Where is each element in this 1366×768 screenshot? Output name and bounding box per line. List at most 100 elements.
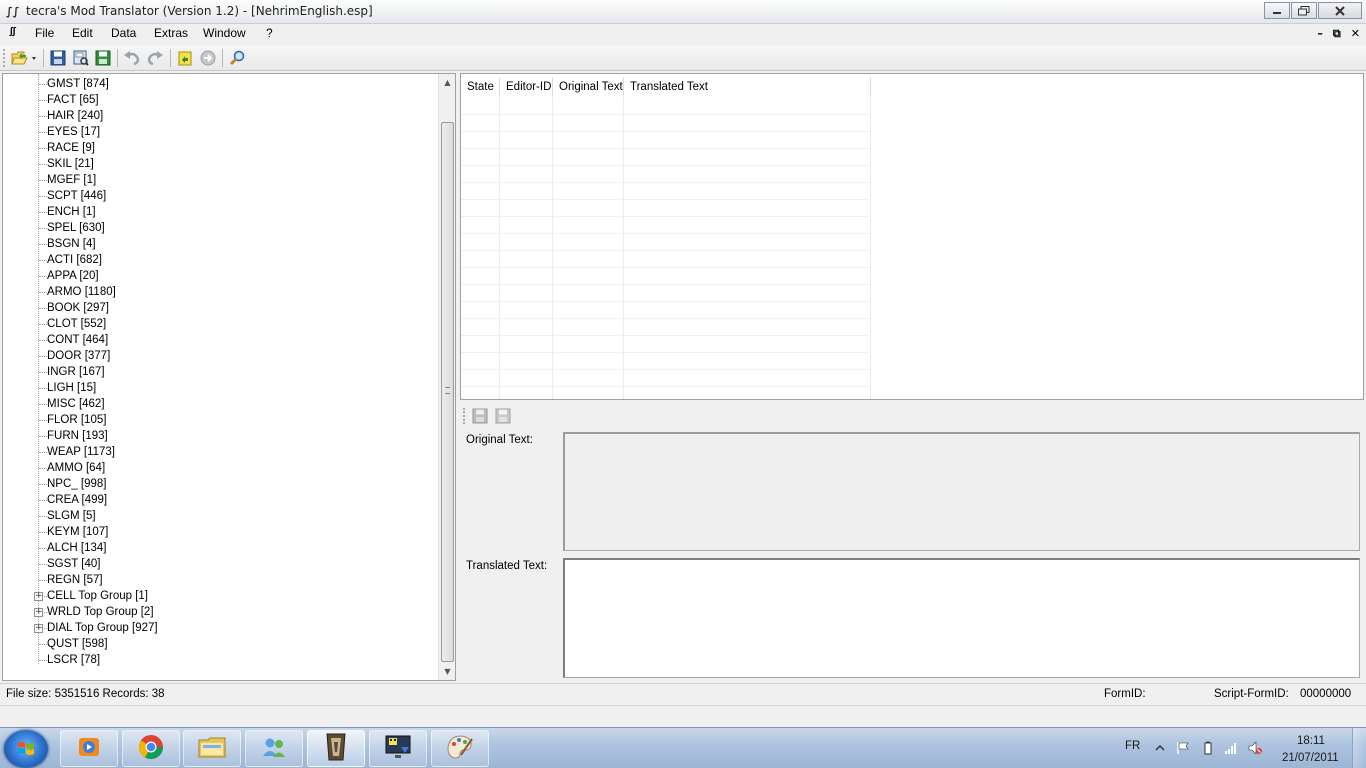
tree-item[interactable]: MISC [462] [47, 396, 105, 412]
start-button[interactable] [4, 730, 48, 768]
forward-button[interactable] [199, 49, 217, 67]
column-header-original-text[interactable]: Original Text [553, 77, 624, 97]
mdi-minimize-button[interactable]: – [1317, 27, 1323, 41]
taskbar-button-people[interactable] [245, 730, 303, 767]
open-button[interactable] [10, 49, 38, 67]
document-icon[interactable]: ∫∫ [10, 26, 15, 37]
menu-edit[interactable]: Edit [72, 26, 93, 40]
tree-item[interactable]: INGR [167] [47, 364, 105, 380]
save-all-button[interactable] [94, 49, 112, 67]
column-header-editor-id[interactable]: Editor-ID [500, 77, 553, 97]
scroll-down-arrow[interactable]: ▼ [439, 663, 455, 680]
tree-item[interactable]: FLOR [105] [47, 412, 106, 428]
tree-item[interactable]: ARMO [1180] [47, 284, 116, 300]
taskbar-button-oblivion[interactable] [307, 730, 365, 767]
scroll-thumb[interactable] [441, 122, 454, 662]
tree-item[interactable]: WRLD Top Group [2] [47, 604, 154, 620]
tree-item[interactable]: LIGH [15] [47, 380, 96, 396]
tree-item[interactable]: KEYM [107] [47, 524, 108, 540]
undo-button[interactable] [123, 49, 141, 67]
tree-item[interactable]: BOOK [297] [47, 300, 109, 316]
menu-data[interactable]: Data [111, 26, 136, 40]
restore-button[interactable] [1291, 2, 1317, 19]
taskbar-button-chrome[interactable] [122, 730, 180, 767]
tree-item[interactable]: REGN [57] [47, 572, 103, 588]
tree-item[interactable]: QUST [598] [47, 636, 108, 652]
taskbar-button-explorer[interactable] [183, 730, 241, 767]
column-header-state[interactable]: State [461, 77, 500, 97]
search-button[interactable] [228, 49, 246, 67]
detail-toolbar-grip[interactable] [463, 408, 465, 424]
battery-icon[interactable] [1201, 741, 1215, 755]
tree-item[interactable]: WEAP [1173] [47, 444, 115, 460]
tree-item[interactable]: CONT [464] [47, 332, 108, 348]
tree-item[interactable]: CELL Top Group [1] [47, 588, 148, 604]
close-button[interactable] [1318, 2, 1362, 19]
language-indicator[interactable]: FR [1125, 740, 1140, 752]
tree-item[interactable]: NPC_ [998] [47, 476, 106, 492]
tree-item[interactable]: ALCH [134] [47, 540, 106, 556]
tree-scrollbar[interactable]: ▲ ▼ [438, 74, 455, 680]
tree-item[interactable]: CREA [499] [47, 492, 107, 508]
tree-item[interactable]: RACE [9] [47, 140, 95, 156]
menu-help[interactable]: ? [266, 26, 273, 40]
tree-item[interactable]: FACT [65] [47, 92, 99, 108]
clock-time[interactable]: 18:11 [1297, 735, 1325, 747]
taskbar-button-paint[interactable] [431, 730, 489, 767]
translated-text-input[interactable] [563, 558, 1360, 678]
save-button[interactable] [49, 49, 67, 67]
taskbar-button-media-player[interactable] [60, 730, 118, 767]
tree-item[interactable]: SLGM [5] [47, 508, 96, 524]
tree-item[interactable]: LSCR [78] [47, 652, 100, 668]
volume-muted-icon[interactable] [1248, 741, 1262, 755]
mdi-restore-button[interactable]: ⧉ [1333, 27, 1341, 41]
menu-window[interactable]: Window [203, 26, 246, 40]
tree-item[interactable]: CLOT [552] [47, 316, 106, 332]
mdi-close-button[interactable]: ✕ [1351, 27, 1360, 41]
tree-item[interactable]: ACTI [682] [47, 252, 102, 268]
tree-connector [39, 228, 47, 229]
import-icon [178, 51, 192, 66]
redo-button[interactable] [146, 49, 164, 67]
taskbar-button-monitor[interactable] [369, 730, 427, 767]
column-header-translated-text[interactable]: Translated Text [624, 77, 871, 97]
records-grid[interactable]: State Editor-ID Original Text Translated… [460, 73, 1364, 400]
action-center-flag-icon[interactable] [1176, 741, 1190, 755]
tree-item[interactable]: DOOR [377] [47, 348, 110, 364]
tree-expander[interactable]: + [34, 592, 43, 601]
tree-expander[interactable]: + [34, 624, 43, 633]
tree-item[interactable]: EYES [17] [47, 124, 100, 140]
tree-item[interactable]: ENCH [1] [47, 204, 96, 220]
tree-item[interactable]: GMST [874] [47, 76, 109, 92]
scroll-up-arrow[interactable]: ▲ [439, 74, 455, 91]
detail-save-all-button[interactable] [495, 408, 511, 424]
tree-item[interactable]: SPEL [630] [47, 220, 105, 236]
tree-item[interactable]: SKIL [21] [47, 156, 94, 172]
import-button[interactable] [176, 49, 194, 67]
menu-file[interactable]: File [35, 26, 54, 40]
title-bar[interactable]: ∫∫ tecra's Mod Translator (Version 1.2) … [0, 0, 1366, 24]
tree-item[interactable]: SCPT [446] [47, 188, 106, 204]
tree-connector [39, 452, 47, 453]
tree-item[interactable]: BSGN [4] [47, 236, 96, 252]
tree-item[interactable]: AMMO [64] [47, 460, 105, 476]
toolbar-grip[interactable] [3, 49, 5, 67]
show-desktop-button[interactable] [1352, 728, 1366, 768]
show-hidden-icons-icon[interactable] [1153, 741, 1167, 755]
tree-item[interactable]: HAIR [240] [47, 108, 103, 124]
tree-connector [39, 116, 47, 117]
network-signal-icon[interactable] [1224, 741, 1238, 755]
detail-save-button[interactable] [472, 408, 488, 424]
tree-item[interactable]: MGEF [1] [47, 172, 96, 188]
clock-date[interactable]: 21/07/2011 [1282, 752, 1339, 764]
save-as-button[interactable] [72, 49, 90, 67]
menu-extras[interactable]: Extras [154, 26, 188, 40]
tree-expander[interactable]: + [34, 608, 43, 617]
tree-item[interactable]: SGST [40] [47, 556, 100, 572]
tree-item[interactable]: FURN [193] [47, 428, 108, 444]
record-tree[interactable]: GMST [874] FACT [65] HAIR [240] EYES [17] RA… [2, 73, 456, 681]
app-icon[interactable]: ∫∫ [6, 4, 19, 19]
tree-item[interactable]: DIAL Top Group [927] [47, 620, 158, 636]
minimize-button[interactable] [1264, 2, 1290, 19]
tree-item[interactable]: APPA [20] [47, 268, 99, 284]
